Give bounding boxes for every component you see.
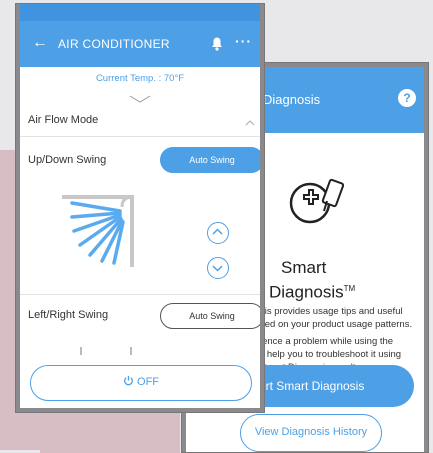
power-off-button[interactable]: OFF: [30, 365, 252, 401]
smart-diagnosis-brand: Smart DiagnosisTM: [269, 258, 356, 302]
vane-marker: [130, 347, 132, 355]
up-down-swing-label: Up/Down Swing: [28, 154, 107, 166]
vane-marker: [80, 347, 82, 355]
chevron-up-icon: [212, 228, 223, 235]
power-icon: [123, 375, 133, 386]
air-conditioner-phone: ← AIR CONDITIONER ··· Current Temp. : 70…: [15, 3, 265, 413]
swing-down-button[interactable]: [207, 257, 229, 279]
left-right-swing-label: Left/Right Swing: [28, 309, 109, 321]
air-flow-mode-label: Air Flow Mode: [28, 114, 99, 126]
air-conditioner-screen: ← AIR CONDITIONER ··· Current Temp. : 70…: [20, 4, 260, 408]
view-diagnosis-history-button[interactable]: View Diagnosis History: [240, 414, 382, 452]
chevron-down-icon: [212, 265, 223, 272]
collapse-toggle[interactable]: [20, 91, 260, 111]
bell-icon[interactable]: [210, 35, 224, 51]
chevron-down-icon: [129, 95, 151, 103]
more-icon[interactable]: ···: [235, 33, 252, 49]
up-down-swing-button[interactable]: Auto Swing: [160, 147, 260, 173]
current-temperature: Current Temp. : 70°F: [95, 73, 185, 84]
app-bar: ← AIR CONDITIONER ···: [20, 21, 260, 67]
page-title: AIR CONDITIONER: [58, 37, 170, 51]
back-arrow-icon[interactable]: ←: [32, 34, 48, 52]
description-text-1: sis provides usage tips and useful sed o…: [260, 306, 413, 330]
divider: [20, 136, 260, 137]
vane-icon: [62, 195, 134, 267]
divider: [20, 294, 260, 295]
status-bar: [20, 4, 260, 21]
help-button[interactable]: ?: [398, 89, 416, 107]
power-off-label: OFF: [137, 376, 160, 388]
diagnosis-title: Diagnosis: [263, 92, 321, 107]
chevron-up-icon[interactable]: [245, 120, 255, 126]
left-right-swing-button[interactable]: Auto Swing: [160, 303, 260, 329]
smart-diagnosis-icon: [289, 178, 345, 224]
swing-up-button[interactable]: [207, 222, 229, 244]
